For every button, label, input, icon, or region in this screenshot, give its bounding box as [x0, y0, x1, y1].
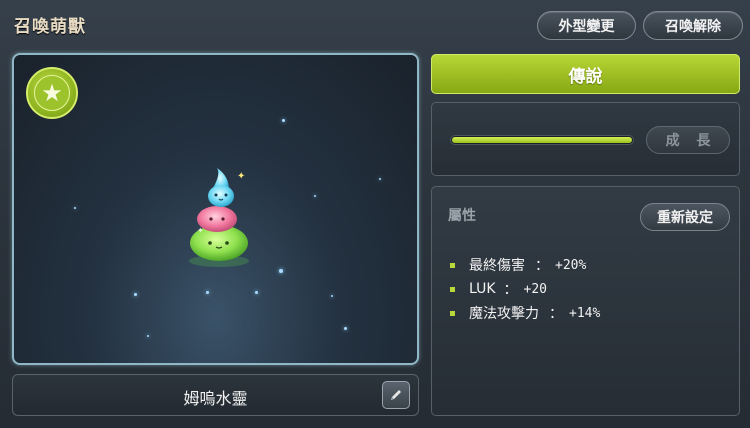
stat-value: +20% [555, 257, 587, 273]
growth-progress-fill [452, 137, 632, 143]
grow-button[interactable]: 成 長 [646, 126, 730, 154]
bullet [450, 286, 455, 292]
growth-progress-bar [450, 135, 634, 145]
sparkle [282, 119, 285, 122]
attribute-title: 屬性 [448, 208, 476, 224]
stat-list: 最終傷害 ： +20% LUK ： +20 魔法攻擊力 ： +14% [450, 253, 600, 325]
sparkle [344, 327, 347, 330]
sparkle [134, 293, 137, 296]
stat-value: +14% [569, 305, 601, 321]
pet-name-bar: 姆嗚水靈 [12, 374, 419, 416]
sparkle [147, 335, 149, 337]
pet-sprite: ✦ ✦ [189, 168, 249, 267]
pet-preview-area: ★ ✦ ✦ [12, 53, 419, 365]
sparkle [279, 269, 283, 273]
window-title: 召喚萌獸 [14, 17, 86, 37]
legend-grade-badge: ★ [26, 67, 78, 119]
reset-attributes-button[interactable]: 重新設定 [640, 203, 730, 231]
stat-name: 魔法攻擊力 [469, 306, 539, 322]
bullet [450, 310, 455, 316]
pencil-icon [391, 390, 401, 400]
attribute-panel: 屬性 重新設定 最終傷害 ： +20% LUK ： +20 魔法攻擊力 ： +1… [431, 186, 740, 416]
grade-banner: 傳說 [431, 54, 740, 94]
sparkle [255, 291, 258, 294]
release-summon-button[interactable]: 召喚解除 [643, 11, 743, 40]
stat-value: +20 [523, 281, 548, 297]
stat-separator: ： [535, 258, 549, 274]
stat-separator: ： [549, 306, 563, 322]
stat-name: 最終傷害 [469, 258, 525, 274]
stat-row: 最終傷害 ： +20% [450, 253, 600, 277]
stat-separator: ： [503, 282, 518, 298]
star-icon: ★ [34, 75, 70, 111]
bullet [450, 262, 455, 268]
svg-text:✦: ✦ [197, 226, 204, 235]
svg-text:✦: ✦ [237, 171, 245, 182]
growth-panel: 成 長 [431, 102, 740, 176]
sparkle [314, 195, 316, 197]
sparkle [379, 178, 381, 180]
rename-button[interactable] [382, 381, 410, 409]
pet-name: 姆嗚水靈 [183, 389, 248, 408]
summon-pet-window: 召喚萌獸 外型變更 召喚解除 ★ ✦ ✦ 姆嗚水靈 傳說 成 長 屬性 重新設定… [0, 0, 750, 428]
sparkle [331, 295, 333, 297]
stat-row: LUK ： +20 [450, 277, 600, 301]
stat-row: 魔法攻擊力 ： +14% [450, 301, 600, 325]
appearance-change-button[interactable]: 外型變更 [537, 11, 636, 40]
stat-name: LUK [469, 281, 496, 297]
sparkle [74, 207, 76, 209]
sparkle [206, 291, 209, 294]
